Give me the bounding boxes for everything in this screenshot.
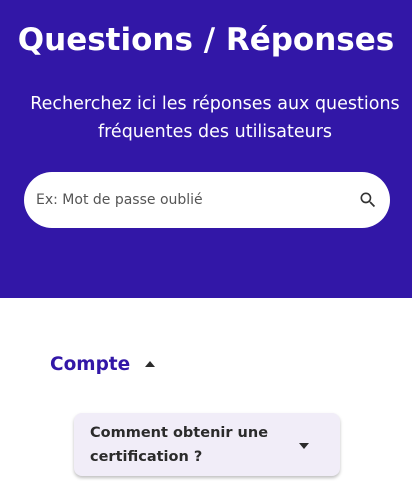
section-toggle-compte[interactable]: Compte — [50, 349, 156, 379]
search-bar[interactable] — [24, 172, 390, 228]
page-title: Questions / Réponses — [17, 22, 395, 58]
caret-down-icon — [299, 443, 309, 449]
hero-banner: Questions / Réponses Recherchez ici les … — [0, 0, 412, 298]
page-subtitle: Recherchez ici les réponses aux question… — [30, 94, 400, 142]
caret-up-icon — [145, 361, 156, 367]
faq-question: Comment obtenir une certification ? — [90, 425, 269, 465]
section-label: Compte — [50, 353, 131, 375]
faq-item[interactable]: Comment obtenir une certification ? — [74, 413, 340, 476]
search-input[interactable] — [36, 172, 346, 228]
search-icon[interactable] — [358, 190, 378, 210]
